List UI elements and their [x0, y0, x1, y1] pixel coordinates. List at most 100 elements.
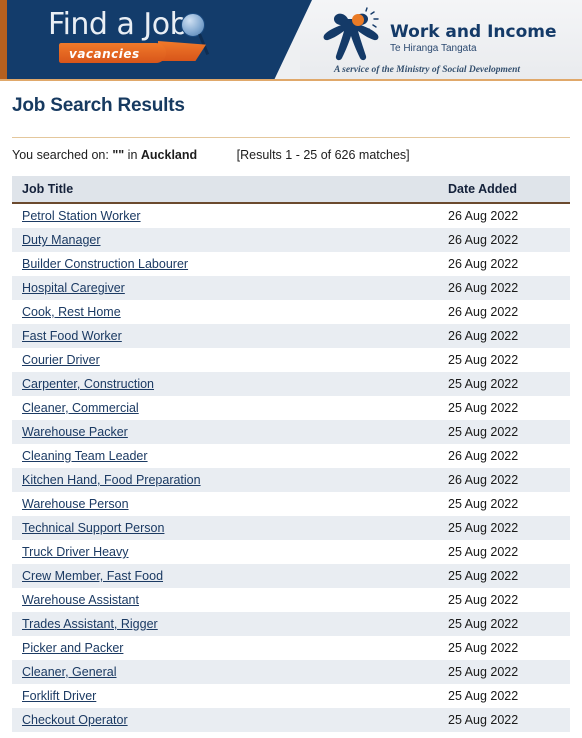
search-in-label: in — [127, 148, 138, 162]
job-title-link[interactable]: Kitchen Hand, Food Preparation — [22, 473, 201, 487]
search-prefix-label: You searched on: — [12, 148, 109, 162]
cell-job-title: Technical Support Person — [12, 516, 438, 540]
cell-date-added: 25 Aug 2022 — [448, 521, 519, 535]
table-row: Cook, Rest Home 26 Aug 2022 — [12, 300, 570, 324]
table-row: Builder Construction Labourer 26 Aug 2022 — [12, 252, 570, 276]
job-title-link[interactable]: Checkout Operator — [22, 713, 128, 727]
cell-date-added: 26 Aug 2022 — [448, 257, 519, 271]
vacancies-badge-label: vacancies — [69, 47, 140, 61]
table-header: Job Title Date Added — [12, 176, 570, 204]
table-row: Duty Manager 26 Aug 2022 — [12, 228, 570, 252]
job-title-link[interactable]: Builder Construction Labourer — [22, 257, 188, 271]
column-header-date-added[interactable]: Date Added — [438, 176, 570, 204]
search-location-value: Auckland — [140, 148, 198, 162]
results-table-wrapper: Job Title Date Added Petrol Station Work… — [12, 176, 570, 738]
cell-date-added: 26 Aug 2022 — [448, 209, 519, 223]
cell-job-title: Kitchen Hand, Food Preparation — [12, 468, 438, 492]
cell-date-added: 25 Aug 2022 — [448, 545, 519, 559]
table-row: Kitchen Hand, Food Preparation 26 Aug 202… — [12, 468, 570, 492]
table-row: Petrol Station Worker 26 Aug 2022 — [12, 203, 570, 228]
job-title-link[interactable]: Warehouse Packer — [22, 425, 128, 439]
table-row: Crew Member, Fast Food 25 Aug 2022 — [12, 564, 570, 588]
job-title-link[interactable]: Picker and Packer — [22, 641, 123, 655]
job-title-link[interactable]: Crew Member, Fast Food — [22, 569, 163, 583]
cell-date-added: 25 Aug 2022 — [448, 617, 519, 631]
cell-date-added: 26 Aug 2022 — [448, 473, 519, 487]
magnifier-icon — [181, 13, 205, 37]
page-title-zone: Job Search Results — [0, 81, 582, 127]
table-row: Hospital Caregiver 26 Aug 2022 — [12, 276, 570, 300]
cell-date-added: 25 Aug 2022 — [448, 401, 519, 415]
banner-orange-edge-stripe — [0, 0, 7, 79]
cell-job-title: Trades Assistant, Rigger — [12, 612, 438, 636]
job-title-link[interactable]: Petrol Station Worker — [22, 209, 141, 223]
table-row: Picker and Packer 25 Aug 2022 — [12, 636, 570, 660]
table-row: Warehouse Packer 25 Aug 2022 — [12, 420, 570, 444]
job-title-link[interactable]: Forklift Driver — [22, 689, 96, 703]
cell-date-added: 26 Aug 2022 — [448, 281, 519, 295]
column-header-job-title[interactable]: Job Title — [12, 176, 438, 204]
agency-tagline: A service of the Ministry of Social Deve… — [334, 65, 521, 75]
job-title-link[interactable]: Cleaner, Commercial — [22, 401, 139, 415]
cell-date-added: 25 Aug 2022 — [448, 425, 519, 439]
cell-job-title: Cook, Rest Home — [12, 300, 438, 324]
table-row: Forklift Driver 25 Aug 2022 — [12, 684, 570, 708]
cell-job-title: Cleaner, Commercial — [12, 396, 438, 420]
cell-date-added: 26 Aug 2022 — [448, 305, 519, 319]
cell-date-added: 25 Aug 2022 — [438, 732, 570, 738]
agency-name: Work and Income — [390, 22, 557, 42]
cell-job-title: Picker and Packer — [12, 636, 438, 660]
cell-date-added: 25 Aug 2022 — [448, 593, 519, 607]
table-row: Carpenter, Construction 25 Aug 2022 — [12, 372, 570, 396]
vacancies-badge: vacancies — [59, 43, 166, 63]
job-title-link[interactable]: Truck Driver Heavy — [22, 545, 129, 559]
job-search-results-page: Find a Job vacancies Work and Income Te … — [0, 0, 582, 738]
job-title-link[interactable]: Technical Support Person — [22, 521, 164, 535]
job-title-link[interactable]: Fast Food Worker — [22, 329, 122, 343]
cell-date-added: 25 Aug 2022 — [448, 665, 519, 679]
cell-date-added: 25 Aug 2022 — [448, 377, 519, 391]
job-title-link[interactable]: Cleaning Team Leader — [22, 449, 148, 463]
job-title-link[interactable]: Courier Driver — [22, 353, 100, 367]
cell-job-title: Fast Food Worker — [12, 324, 438, 348]
cell-date-added: 25 Aug 2022 — [448, 497, 519, 511]
table-body: Petrol Station Worker 26 Aug 2022 Duty Man… — [12, 203, 570, 738]
cell-job-title: Crew Member, Fast Food — [12, 564, 438, 588]
job-title-link[interactable]: Trades Assistant, Rigger — [22, 617, 158, 631]
table-row: Technical Support Person 25 Aug 2022 — [12, 516, 570, 540]
job-title-link[interactable]: Warehouse Assistant — [22, 593, 139, 607]
table-row: Warehouse Person 25 Aug 2022 — [12, 492, 570, 516]
table-row: Cook25 Aug 2022 — [12, 732, 570, 738]
site-banner: Find a Job vacancies Work and Income Te … — [0, 0, 582, 79]
cell-job-title: Warehouse Packer — [12, 420, 438, 444]
cell-job-title: Cleaner, General — [12, 660, 438, 684]
table-row: Trades Assistant, Rigger 25 Aug 2022 — [12, 612, 570, 636]
job-title-link[interactable]: Cook, Rest Home — [22, 305, 121, 319]
find-a-job-wordmark: Find a Job — [48, 7, 189, 42]
job-title-link[interactable]: Cleaner, General — [22, 665, 117, 679]
cell-job-title: Builder Construction Labourer — [12, 252, 438, 276]
job-title-link[interactable]: Carpenter, Construction — [22, 377, 154, 391]
cell-job-title: Courier Driver — [12, 348, 438, 372]
page-title: Job Search Results — [12, 95, 185, 116]
table-row: Cleaner, Commercial 25 Aug 2022 — [12, 396, 570, 420]
work-and-income-text-block: Work and Income Te Hiranga Tangata — [390, 23, 557, 55]
search-summary: You searched on: "" in Auckland [Results… — [0, 138, 582, 172]
cell-date-added: 25 Aug 2022 — [448, 569, 519, 583]
job-title-link[interactable]: Hospital Caregiver — [22, 281, 125, 295]
results-count-summary: [Results 1 - 25 of 626 matches] — [236, 148, 410, 162]
cell-date-added: 25 Aug 2022 — [448, 689, 519, 703]
table-row: Fast Food Worker 26 Aug 2022 — [12, 324, 570, 348]
job-results-table: Job Title Date Added Petrol Station Work… — [12, 176, 570, 738]
cell-date-added: 25 Aug 2022 — [448, 353, 519, 367]
cell-job-title: Forklift Driver — [12, 684, 438, 708]
cell-job-title: Carpenter, Construction — [12, 372, 438, 396]
table-header-row: Job Title Date Added — [12, 176, 570, 204]
job-title-link[interactable]: Duty Manager — [22, 233, 101, 247]
cell-job-title: Cleaning Team Leader — [12, 444, 438, 468]
work-and-income-lockup[interactable]: Work and Income Te Hiranga Tangata A ser… — [318, 5, 580, 77]
job-title-link[interactable]: Warehouse Person — [22, 497, 129, 511]
find-a-job-logo[interactable]: Find a Job vacancies — [48, 8, 278, 72]
cell-date-added: 26 Aug 2022 — [448, 233, 519, 247]
cell-job-title: Warehouse Person — [12, 492, 438, 516]
